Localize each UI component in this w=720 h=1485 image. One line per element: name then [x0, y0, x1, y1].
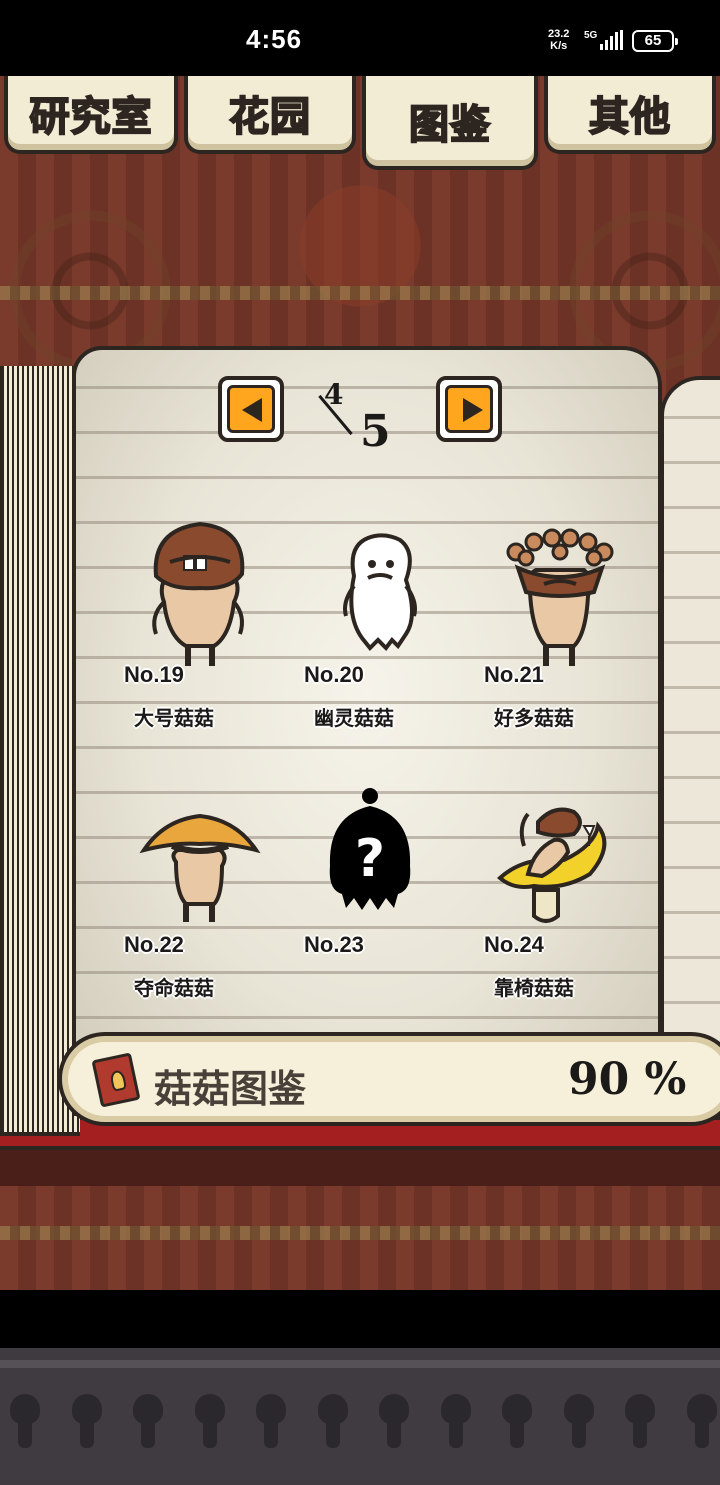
entry-number: No.23: [304, 932, 364, 957]
jellyfish-ornament-icon: [498, 1388, 536, 1458]
tab-other[interactable]: 其他: [544, 76, 716, 154]
frieze-pattern: [0, 1388, 720, 1468]
jellyfish-ornament-icon: [129, 1388, 167, 1458]
book-base: [0, 1146, 720, 1186]
entry-card[interactable]: No.24 靠椅菇菇: [484, 786, 684, 1026]
jellyfish-ornament-icon: [6, 1388, 44, 1458]
arrow-right-icon: [463, 398, 483, 422]
encyclopedia-book-icon: [91, 1052, 141, 1108]
tab-encyclopedia-label: 图鉴: [408, 101, 491, 149]
bottom-spacer: [0, 1290, 720, 1348]
wallpaper-band: [0, 286, 720, 300]
page-indicator: 4 5: [316, 376, 402, 466]
next-page-button[interactable]: [436, 376, 502, 442]
jellyfish-ornament-icon: [437, 1388, 475, 1458]
network-speed-value: 23.2: [548, 28, 570, 40]
entry-number: No.24: [484, 932, 544, 957]
tab-other-label: 其他: [588, 93, 671, 141]
network-speed: 23.2 K/s: [548, 28, 569, 52]
entry-name: 靠椅菇菇: [494, 976, 574, 1000]
arrow-left-icon: [242, 398, 262, 422]
jellyfish-ornament-icon: [375, 1388, 413, 1458]
tab-lab[interactable]: 研究室: [4, 76, 178, 154]
entry-name: 好多菇菇: [494, 706, 574, 730]
tab-lab-label: 研究室: [29, 93, 153, 141]
entry-number: No.21: [484, 662, 544, 687]
ghost-mushroom-character: [343, 533, 417, 652]
unknown-silhouette: ?: [329, 788, 411, 910]
prev-page-button[interactable]: [218, 376, 284, 442]
big-mushroom-character: [152, 521, 245, 666]
svg-text:?: ?: [355, 829, 385, 889]
jellyfish-ornament-icon: [683, 1388, 720, 1458]
jellyfish-ornament-icon: [252, 1388, 290, 1458]
jellyfish-ornament-icon: [621, 1388, 659, 1458]
signal-icon: [600, 30, 624, 50]
entry-name: 幽灵菇菇: [314, 706, 394, 730]
entry-name: 夺命菇菇: [134, 976, 214, 1000]
status-time: 4:56: [246, 24, 303, 54]
wallpaper-band: [0, 1226, 720, 1240]
collection-title: 菇菇图鉴: [154, 1067, 307, 1111]
collection-progress-bar: 菇菇图鉴 90 %: [58, 1032, 720, 1126]
status-bar: 4:56 23.2 K/s 5G 65: [0, 0, 720, 76]
page-total: 5: [360, 406, 391, 457]
network-speed-unit: K/s: [550, 40, 568, 52]
tab-garden[interactable]: 花园: [184, 76, 356, 154]
jellyfish-ornament-icon: [191, 1388, 229, 1458]
many-mushrooms-character: [506, 528, 614, 666]
lounge-chair-mushroom-character: [496, 807, 607, 923]
jellyfish-ornament-icon: [560, 1388, 598, 1458]
entry-name: 大号菇菇: [134, 706, 214, 730]
battery-icon: 65: [632, 30, 678, 52]
entry-card[interactable]: No.22 夺命菇菇: [124, 786, 324, 1026]
entry-card[interactable]: No.20 幽灵菇菇: [304, 516, 504, 756]
entry-card[interactable]: ? No.23: [304, 786, 504, 1026]
tab-garden-label: 花园: [228, 93, 311, 141]
network-type: 5G: [584, 30, 598, 41]
entry-card[interactable]: No.19 大号菇菇: [124, 516, 324, 756]
entry-number: No.19: [124, 662, 184, 687]
entry-card[interactable]: No.21 好多菇菇: [484, 516, 684, 756]
decorative-frieze: [0, 1348, 720, 1485]
deadly-mushroom-character: [139, 813, 261, 922]
jellyfish-ornament-icon: [68, 1388, 106, 1458]
tab-encyclopedia[interactable]: 图鉴: [362, 76, 538, 170]
collection-percent: 90 %: [568, 1054, 687, 1105]
book-page-stack: [0, 366, 80, 1136]
entry-number: No.20: [304, 662, 364, 687]
jellyfish-ornament-icon: [314, 1388, 352, 1458]
game-screen: 研究室 花园 图鉴 其他 4 5 No.19 大号菇菇 No.20 幽灵菇菇 N…: [0, 76, 720, 1290]
entry-number: No.22: [124, 932, 184, 957]
